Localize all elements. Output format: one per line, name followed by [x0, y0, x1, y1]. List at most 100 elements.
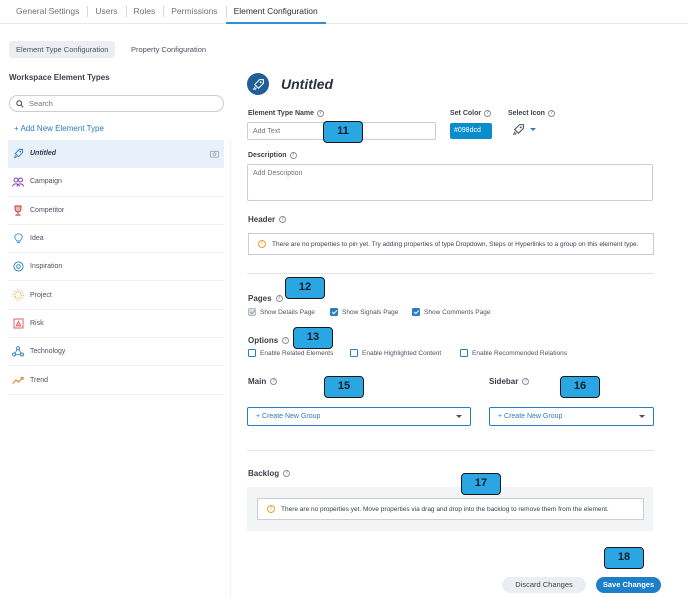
search-box[interactable] — [9, 95, 224, 112]
sidebar-create-group-dropdown[interactable]: + Create New Group — [489, 407, 654, 426]
tab-element-configuration[interactable]: Element Configuration — [225, 0, 326, 24]
backlog-label: Backlog? — [248, 469, 291, 478]
rocket-icon — [12, 148, 24, 160]
chevron-down-icon — [456, 415, 462, 418]
show-comments-page-option[interactable]: Show Comments Page — [412, 308, 490, 316]
callout-badge: 12 — [285, 277, 325, 299]
callout-badge: 11 — [323, 121, 363, 143]
checkbox-show-details-page[interactable] — [248, 308, 256, 316]
element-type-project[interactable]: Project — [8, 281, 224, 310]
element-type-inspiration[interactable]: Inspiration — [8, 253, 224, 282]
tab-permissions[interactable]: Permissions — [163, 0, 225, 24]
description-input[interactable] — [247, 164, 653, 201]
pages-label: Pages? — [248, 294, 283, 303]
warning-icon: ! — [258, 240, 266, 248]
show-details-page-option[interactable]: Show Details Page — [248, 308, 315, 316]
chevron-down-icon — [639, 415, 645, 418]
help-icon[interactable]: ? — [289, 152, 297, 159]
show-signals-page-option[interactable]: Show Signals Page — [330, 308, 398, 316]
icon-selector[interactable] — [512, 123, 536, 136]
checkbox-show-signals-page[interactable] — [330, 308, 338, 316]
search-input[interactable] — [29, 99, 209, 108]
element-type-trend[interactable]: Trend — [8, 366, 224, 395]
sidebar-label: Sidebar? — [489, 377, 530, 386]
trophy-icon — [12, 204, 24, 216]
people-icon — [12, 176, 24, 188]
lightbulb-icon — [12, 233, 24, 245]
element-type-technology[interactable]: Technology — [8, 338, 224, 367]
compass-icon — [12, 261, 24, 273]
element-type-campaign[interactable]: Campaign — [8, 168, 224, 197]
divider — [247, 273, 654, 274]
help-icon[interactable]: ? — [283, 470, 291, 477]
select-icon-label: Select Icon? — [508, 110, 555, 117]
help-icon[interactable]: ? — [279, 216, 287, 223]
element-type-label: Inspiration — [30, 263, 63, 271]
help-icon[interactable]: ? — [275, 295, 283, 302]
main-create-group-dropdown[interactable]: + Create New Group — [247, 407, 471, 426]
element-type-label: Risk — [30, 319, 44, 327]
element-type-label: Campaign — [30, 178, 62, 186]
discard-changes-button[interactable]: Discard Changes — [502, 577, 586, 593]
set-color-label: Set Color? — [450, 110, 492, 117]
rocket-icon — [512, 124, 524, 136]
element-type-label: Untitled — [30, 150, 57, 158]
element-types-title: Workspace Element Types — [9, 73, 110, 82]
subtab-property-configuration[interactable]: Property Configuration — [124, 41, 213, 58]
tab-general-settings[interactable]: General Settings — [8, 0, 87, 24]
element-type-name-label: Element Type Name? — [248, 110, 325, 117]
element-type-list: Untitled Campaign Competitor Idea Inspir… — [8, 140, 224, 395]
top-tab-bar: General Settings Users Roles Permissions… — [0, 0, 688, 24]
warning-icon: ! — [267, 505, 275, 513]
add-element-type-link[interactable]: + Add New Element Type — [14, 124, 104, 133]
color-picker[interactable]: #098dcd — [450, 123, 492, 139]
main-label: Main? — [248, 377, 278, 386]
checkbox-enable-related-elements[interactable] — [248, 349, 256, 357]
tab-roles[interactable]: Roles — [125, 0, 164, 24]
element-type-label: Technology — [30, 348, 66, 356]
enable-related-elements-option[interactable]: Enable Related Elements — [248, 349, 333, 357]
tab-users[interactable]: Users — [87, 0, 125, 24]
element-type-label: Competitor — [30, 206, 65, 214]
checkbox-enable-recommended-relations[interactable] — [460, 349, 468, 357]
help-icon[interactable]: ? — [547, 110, 555, 117]
sun-icon — [12, 289, 24, 301]
description-label: Description? — [248, 152, 297, 159]
element-type-label: Idea — [30, 235, 44, 243]
element-type-rocket-icon — [247, 73, 269, 95]
backlog-info-message: ! There are no properties yet. Move prop… — [257, 498, 644, 520]
header-info-message: ! There are no properties to pin yet. Tr… — [248, 233, 654, 255]
subtab-element-type-configuration[interactable]: Element Type Configuration — [9, 41, 116, 58]
chevron-down-icon — [530, 128, 536, 131]
divider — [247, 450, 654, 451]
callout-badge: 18 — [604, 547, 644, 569]
options-label: Options? — [248, 336, 290, 345]
hazard-icon — [12, 317, 24, 329]
save-changes-button[interactable]: Save Changes — [596, 577, 661, 593]
element-type-untitled[interactable]: Untitled — [8, 140, 224, 169]
element-type-label: Project — [30, 291, 52, 299]
help-icon[interactable]: ? — [484, 110, 492, 117]
callout-badge: 16 — [560, 376, 600, 398]
checkbox-show-comments-page[interactable] — [412, 308, 420, 316]
help-icon[interactable]: ? — [317, 110, 325, 117]
header-section-label: Header? — [248, 215, 287, 224]
element-type-label: Trend — [30, 376, 49, 384]
element-type-risk[interactable]: Risk — [8, 310, 224, 339]
callout-badge: 17 — [461, 473, 501, 495]
element-type-competitor[interactable]: Competitor — [8, 197, 224, 225]
element-type-title: Untitled — [281, 76, 334, 92]
copy-icon[interactable] — [210, 150, 219, 160]
enable-highlighted-content-option[interactable]: Enable Highlighted Content — [350, 349, 441, 357]
help-icon[interactable]: ? — [282, 337, 290, 344]
help-icon[interactable]: ? — [522, 378, 530, 385]
element-type-idea[interactable]: Idea — [8, 225, 224, 254]
panel-divider — [230, 140, 231, 598]
callout-badge: 15 — [324, 376, 364, 398]
search-icon — [16, 99, 24, 108]
trend-line-icon — [12, 374, 24, 386]
enable-recommended-relations-option[interactable]: Enable Recommended Relations — [460, 349, 567, 357]
help-icon[interactable]: ? — [270, 378, 278, 385]
checkbox-enable-highlighted-content[interactable] — [350, 349, 358, 357]
callout-badge: 13 — [293, 327, 333, 349]
